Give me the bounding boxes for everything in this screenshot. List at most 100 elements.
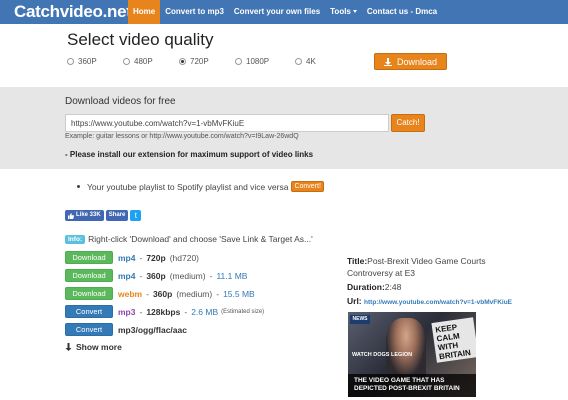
- site-logo[interactable]: Catchvideo.net: [14, 2, 132, 22]
- download-row: Download mp4 - 360p (medium) - 11.1 MB: [65, 269, 247, 282]
- install-extension-message: - Please install our extension for maxim…: [65, 150, 314, 159]
- facebook-share-button[interactable]: Share: [105, 210, 129, 221]
- playlist-convert-button[interactable]: Convert!: [291, 181, 324, 192]
- format-label: mp3/ogg/flac/aac: [118, 324, 187, 335]
- show-more-label: Show more: [76, 342, 122, 352]
- convert-row: Convert mp3 - 128kbps - 2.6 MB (Estimate…: [65, 305, 264, 318]
- quality-option-360p[interactable]: 360P: [67, 57, 97, 66]
- video-url-input[interactable]: [65, 114, 389, 132]
- video-url: Url: http://www.youtube.com/watch?v=1-vb…: [347, 296, 512, 306]
- radio-icon[interactable]: [123, 58, 130, 65]
- separator: -: [184, 306, 188, 317]
- separator: -: [139, 270, 143, 281]
- news-badge: NEWS: [350, 315, 370, 324]
- top-navbar: Catchvideo.net Home Convert to mp3 Conve…: [0, 0, 568, 24]
- search-example-text: Example: guitar lessons or http://www.yo…: [65, 133, 299, 140]
- info-text: Right-click 'Download' and choose 'Save …: [88, 234, 313, 244]
- quality-note: (medium): [176, 288, 213, 299]
- facebook-like-button[interactable]: Like 33K: [65, 210, 104, 221]
- quality-note: (hd720): [169, 252, 200, 263]
- convert-button[interactable]: Convert: [65, 323, 113, 336]
- title-label: Title:: [347, 256, 368, 266]
- resolution-label: 720p: [146, 252, 166, 263]
- video-title: Title:Post-Brexit Video Game Courts Cont…: [347, 255, 517, 279]
- title-value: Post-Brexit Video Game Courts Controvers…: [347, 256, 486, 278]
- nav-tools[interactable]: Tools: [325, 0, 362, 24]
- radio-icon[interactable]: [67, 58, 74, 65]
- resolution-label: 360p: [146, 270, 166, 281]
- show-more-link[interactable]: Show more: [65, 342, 122, 352]
- game-logo: WATCH DOGS LEGION: [352, 352, 413, 358]
- info-badge: Info:: [65, 234, 86, 244]
- quality-radio-group: 360P 480P 720P 1080P 4K: [67, 57, 367, 69]
- estimated-size-note: (Estimated size): [221, 308, 265, 315]
- separator: -: [139, 252, 143, 263]
- quality-option-1080p[interactable]: 1080P: [235, 57, 269, 66]
- convert-button[interactable]: Convert: [65, 305, 113, 318]
- twitter-icon[interactable]: t: [130, 210, 142, 221]
- thumbnail-caption: THE VIDEO GAME THAT HAS DEPICTED POST-BR…: [348, 374, 476, 397]
- quality-option-4k[interactable]: 4K: [295, 57, 316, 66]
- duration-value: 2:48: [384, 282, 402, 292]
- download-button[interactable]: Download: [65, 251, 113, 264]
- convert-row: Convert mp3/ogg/flac/aac: [65, 323, 187, 336]
- download-row: Download mp4 - 720p (hd720): [65, 251, 199, 264]
- search-section: Download videos for free Catch! Example:…: [0, 87, 568, 169]
- nav-tools-label: Tools: [330, 7, 351, 16]
- download-icon: [383, 57, 392, 66]
- download-quality-button[interactable]: Download: [374, 53, 447, 70]
- quality-label: 4K: [306, 57, 316, 66]
- radio-icon[interactable]: [295, 58, 302, 65]
- quality-option-480p[interactable]: 480P: [123, 57, 153, 66]
- video-duration: Duration:2:48: [347, 282, 401, 292]
- facebook-like-label: Like 33K: [76, 212, 101, 218]
- resolution-label: 360p: [152, 288, 173, 299]
- caret-down-icon: [352, 10, 357, 14]
- video-thumbnail[interactable]: NEWS KEEP CALM WITH BRITAIN WATCH DOGS L…: [348, 312, 476, 397]
- separator: -: [216, 288, 220, 299]
- bullet-icon: [77, 185, 80, 188]
- url-label: Url:: [347, 296, 362, 306]
- quality-note: (medium): [169, 270, 206, 281]
- quality-label: 720P: [190, 57, 209, 66]
- thumbnail-person: [386, 318, 426, 378]
- radio-icon[interactable]: [235, 58, 242, 65]
- main-nav: Home Convert to mp3 Convert your own fil…: [128, 0, 442, 24]
- thumbs-up-icon: [68, 212, 74, 219]
- file-size: 11.1 MB: [216, 270, 248, 281]
- nav-home[interactable]: Home: [128, 0, 161, 24]
- quality-label: 360P: [78, 57, 97, 66]
- quality-label: 480P: [134, 57, 153, 66]
- bitrate-label: 128kbps: [146, 306, 181, 317]
- duration-label: Duration:: [347, 282, 385, 292]
- radio-checked-icon[interactable]: [179, 58, 186, 65]
- nav-contact-dmca[interactable]: Contact us - Dmca: [362, 0, 442, 24]
- separator: -: [139, 306, 143, 317]
- download-quality-label: Download: [396, 56, 438, 67]
- info-row: Info: Right-click 'Download' and choose …: [65, 234, 313, 244]
- video-url-link[interactable]: http://www.youtube.com/watch?v=1-vbMvFKi…: [364, 299, 512, 306]
- quality-option-720p[interactable]: 720P: [179, 57, 209, 66]
- separator: -: [146, 288, 149, 299]
- social-buttons: Like 33K Share t: [65, 210, 142, 221]
- file-size: 2.6 MB: [191, 306, 219, 317]
- catch-button[interactable]: Catch!: [391, 114, 425, 132]
- arrow-down-icon: [65, 343, 72, 351]
- file-size: 15.5 MB: [223, 288, 255, 299]
- download-button[interactable]: Download: [65, 269, 113, 282]
- playlist-text: Your youtube playlist to Spotify playlis…: [87, 181, 289, 192]
- format-label: webm: [118, 288, 143, 299]
- nav-convert-mp3[interactable]: Convert to mp3: [160, 0, 229, 24]
- download-row: Download webm - 360p (medium) - 15.5 MB: [65, 287, 255, 300]
- search-heading: Download videos for free: [65, 96, 176, 107]
- quality-heading: Select video quality: [67, 30, 214, 49]
- quality-label: 1080P: [246, 57, 270, 66]
- nav-convert-own-files[interactable]: Convert your own files: [229, 0, 325, 24]
- protest-sign: KEEP CALM WITH BRITAIN: [431, 317, 476, 363]
- download-button[interactable]: Download: [65, 287, 113, 300]
- format-label: mp4: [118, 270, 136, 281]
- playlist-list-item: Your youtube playlist to Spotify playlis…: [77, 181, 324, 192]
- separator: -: [209, 270, 213, 281]
- format-label: mp4: [118, 252, 136, 263]
- format-label: mp3: [118, 306, 136, 317]
